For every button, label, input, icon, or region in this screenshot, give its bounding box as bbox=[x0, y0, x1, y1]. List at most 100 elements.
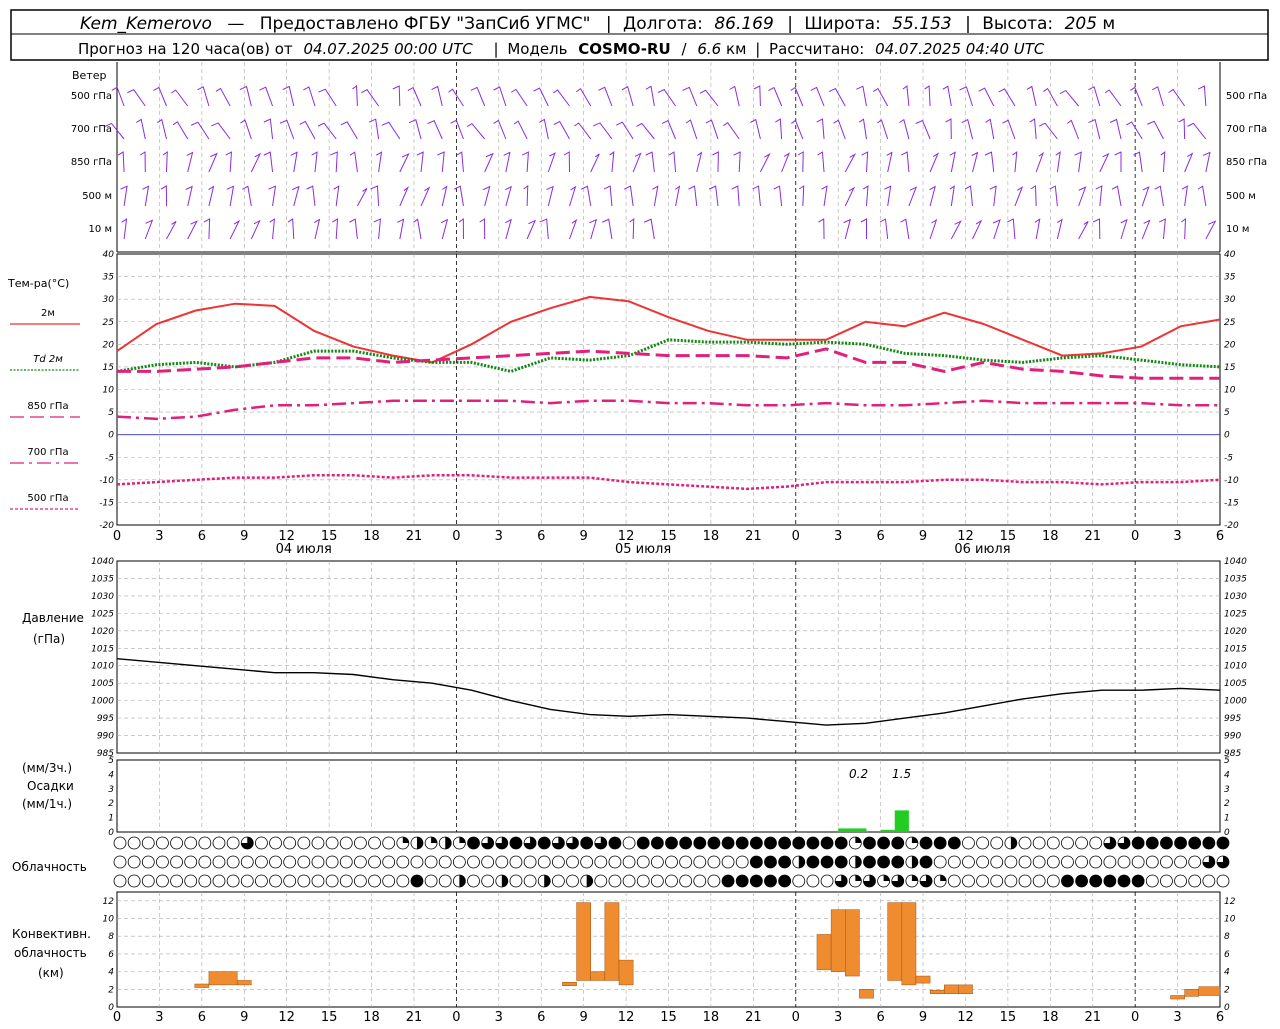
cloud-symbol bbox=[1061, 836, 1074, 850]
wind-barb bbox=[282, 85, 295, 107]
x-tick-label: 0 bbox=[452, 1010, 460, 1024]
alt-label: Высота: bbox=[982, 14, 1053, 34]
conv-bar bbox=[915, 975, 931, 984]
cloud-fill bbox=[798, 856, 805, 868]
y-tick-label: 30 bbox=[1224, 295, 1236, 305]
y-tick-label: 1005 bbox=[91, 679, 114, 689]
wind-barb bbox=[526, 219, 537, 240]
wind-barb bbox=[589, 218, 598, 240]
y-tick-label: 40 bbox=[1224, 250, 1236, 260]
wind-barb bbox=[352, 85, 358, 107]
y-tick-label: 8 bbox=[1224, 932, 1230, 942]
cloud-symbol bbox=[509, 836, 523, 850]
wind-barb bbox=[1074, 151, 1082, 173]
cloud-symbol bbox=[778, 836, 792, 850]
wind-barb bbox=[759, 152, 771, 173]
x-tick-label: 6 bbox=[876, 1010, 884, 1024]
x-tick-label: 12 bbox=[618, 1010, 635, 1024]
wind-barb bbox=[609, 151, 615, 173]
wind-barb bbox=[250, 219, 261, 240]
cloud-symbol bbox=[551, 874, 565, 888]
wind-barb bbox=[753, 85, 761, 107]
cloud-symbol bbox=[976, 874, 990, 888]
cloud-symbol bbox=[467, 836, 480, 850]
wind-barb bbox=[929, 152, 940, 173]
cloud-symbol bbox=[990, 874, 1004, 888]
wind-barb bbox=[674, 185, 681, 207]
wind-barb bbox=[240, 119, 252, 140]
wind-barb bbox=[798, 185, 805, 207]
cloud-symbol bbox=[184, 874, 198, 888]
cloud-symbol bbox=[297, 874, 311, 888]
wind-barb bbox=[708, 185, 719, 207]
wind-barb bbox=[1012, 151, 1018, 173]
wind-barb bbox=[636, 122, 655, 140]
wind-barb bbox=[291, 185, 300, 207]
x-tick-label: 9 bbox=[580, 529, 588, 544]
x-tick-label: 9 bbox=[919, 1010, 927, 1024]
wind-barb bbox=[860, 218, 868, 240]
wind-barb bbox=[818, 218, 825, 240]
cloud-symbol bbox=[481, 874, 495, 888]
x-tick-label: 0 bbox=[1131, 529, 1139, 544]
computed-time: 04.07.2025 04:40 UTC bbox=[875, 40, 1045, 58]
cloud-fill bbox=[431, 837, 438, 843]
cloud-symbol bbox=[778, 855, 792, 869]
wind-barb bbox=[448, 88, 464, 107]
wind-barb bbox=[945, 118, 952, 140]
cloud-symbol bbox=[1160, 874, 1173, 888]
convective-panel: Конвективн. облачность (км) 12 12 10 10 8 8 6 6… bbox=[12, 891, 1236, 1025]
cloud-symbol bbox=[721, 855, 735, 869]
y-tick-label: 1 bbox=[108, 814, 114, 824]
wind-barb bbox=[961, 118, 974, 140]
cloud-symbol bbox=[311, 855, 325, 869]
cloud-symbol bbox=[127, 874, 141, 888]
y-tick-label: -15 bbox=[1224, 498, 1239, 508]
wind-barb bbox=[553, 120, 570, 140]
y-tick-label: 6 bbox=[108, 950, 114, 960]
wind-level-label: 500 м bbox=[1226, 191, 1256, 202]
wind-barb bbox=[162, 151, 168, 173]
conv-bar bbox=[816, 934, 832, 971]
conv-bar bbox=[929, 989, 945, 994]
cloud-symbol bbox=[1188, 836, 1202, 850]
y-tick-label: 3 bbox=[1224, 785, 1230, 795]
wind-barb bbox=[959, 86, 974, 107]
cloud-symbol bbox=[608, 874, 622, 888]
conv-label-1: Конвективн. bbox=[12, 927, 91, 941]
wind-barb bbox=[790, 86, 804, 107]
wind-barb bbox=[908, 186, 918, 207]
wind-barb bbox=[1197, 185, 1207, 207]
cloud-fill bbox=[911, 856, 918, 868]
cloud-symbol bbox=[537, 855, 551, 869]
wind-barb bbox=[399, 153, 410, 173]
y-tick-label: 1035 bbox=[1224, 574, 1247, 584]
wind-barb bbox=[861, 151, 869, 173]
x-tick-label: 9 bbox=[240, 529, 248, 544]
cloud-symbol bbox=[396, 855, 410, 869]
x-tick-label: 18 bbox=[363, 529, 380, 544]
cloud-fill bbox=[911, 875, 918, 881]
y-tick-label: 3 bbox=[108, 785, 114, 795]
header: Kem_Kemerovo — Предоставлено ФГБУ "ЗапСи… bbox=[10, 9, 1269, 61]
conv-label-2: облачность bbox=[14, 946, 87, 960]
cloud-symbol bbox=[976, 855, 990, 869]
cloud-symbol bbox=[566, 874, 579, 888]
wind-barb bbox=[949, 185, 955, 207]
cloud-symbol bbox=[255, 874, 268, 888]
wind-barb bbox=[828, 87, 846, 107]
meteogram: Kem_Kemerovo — Предоставлено ФГБУ "ЗапСи… bbox=[7, 9, 1269, 1025]
y-tick-label: 5 bbox=[1224, 756, 1230, 766]
wind-barb bbox=[1014, 186, 1024, 207]
pressure-grid bbox=[117, 561, 1220, 753]
wind-barb bbox=[899, 118, 910, 140]
conv-bar bbox=[208, 971, 238, 986]
provider: Предоставлено ФГБУ "ЗапСиб УГМС" bbox=[260, 14, 591, 34]
wind-barb bbox=[226, 185, 235, 207]
y-tick-label: 1040 bbox=[91, 557, 114, 567]
wind-barb bbox=[602, 218, 613, 240]
cloud-symbol bbox=[1103, 874, 1117, 888]
wind-barb bbox=[453, 185, 464, 207]
y-tick-label: 995 bbox=[1224, 714, 1241, 724]
wind-barb bbox=[160, 185, 167, 207]
